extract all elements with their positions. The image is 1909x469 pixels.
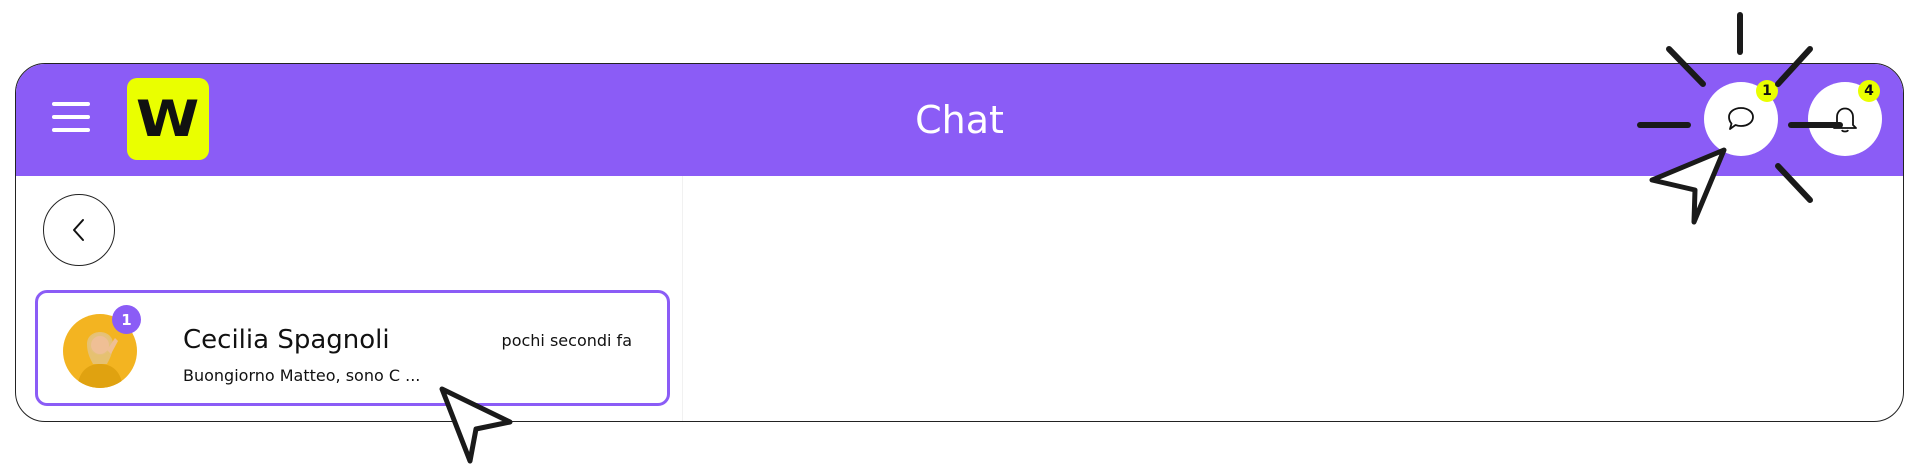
panel-divider xyxy=(682,176,683,421)
header-bar: W Chat 1 4 xyxy=(16,64,1903,176)
notifications-badge: 4 xyxy=(1858,80,1880,102)
chevron-left-icon xyxy=(73,219,84,241)
chat-bubble-icon xyxy=(1728,107,1754,130)
bell-icon xyxy=(1833,107,1857,133)
unread-badge: 1 xyxy=(112,305,141,334)
chat-badge: 1 xyxy=(1756,80,1778,102)
contact-name: Cecilia Spagnoli xyxy=(183,325,390,355)
page-title: Chat xyxy=(915,98,1004,142)
back-button[interactable] xyxy=(43,194,115,266)
conversation-item[interactable]: 1 Cecilia Spagnoli Buongiorno Matteo, so… xyxy=(35,290,670,406)
app-window: W Chat 1 4 1 Cecilia Spagnoli Buongiorno… xyxy=(15,63,1904,422)
message-preview: Buongiorno Matteo, sono C ... xyxy=(183,366,421,385)
message-timestamp: pochi secondi fa xyxy=(501,331,632,350)
